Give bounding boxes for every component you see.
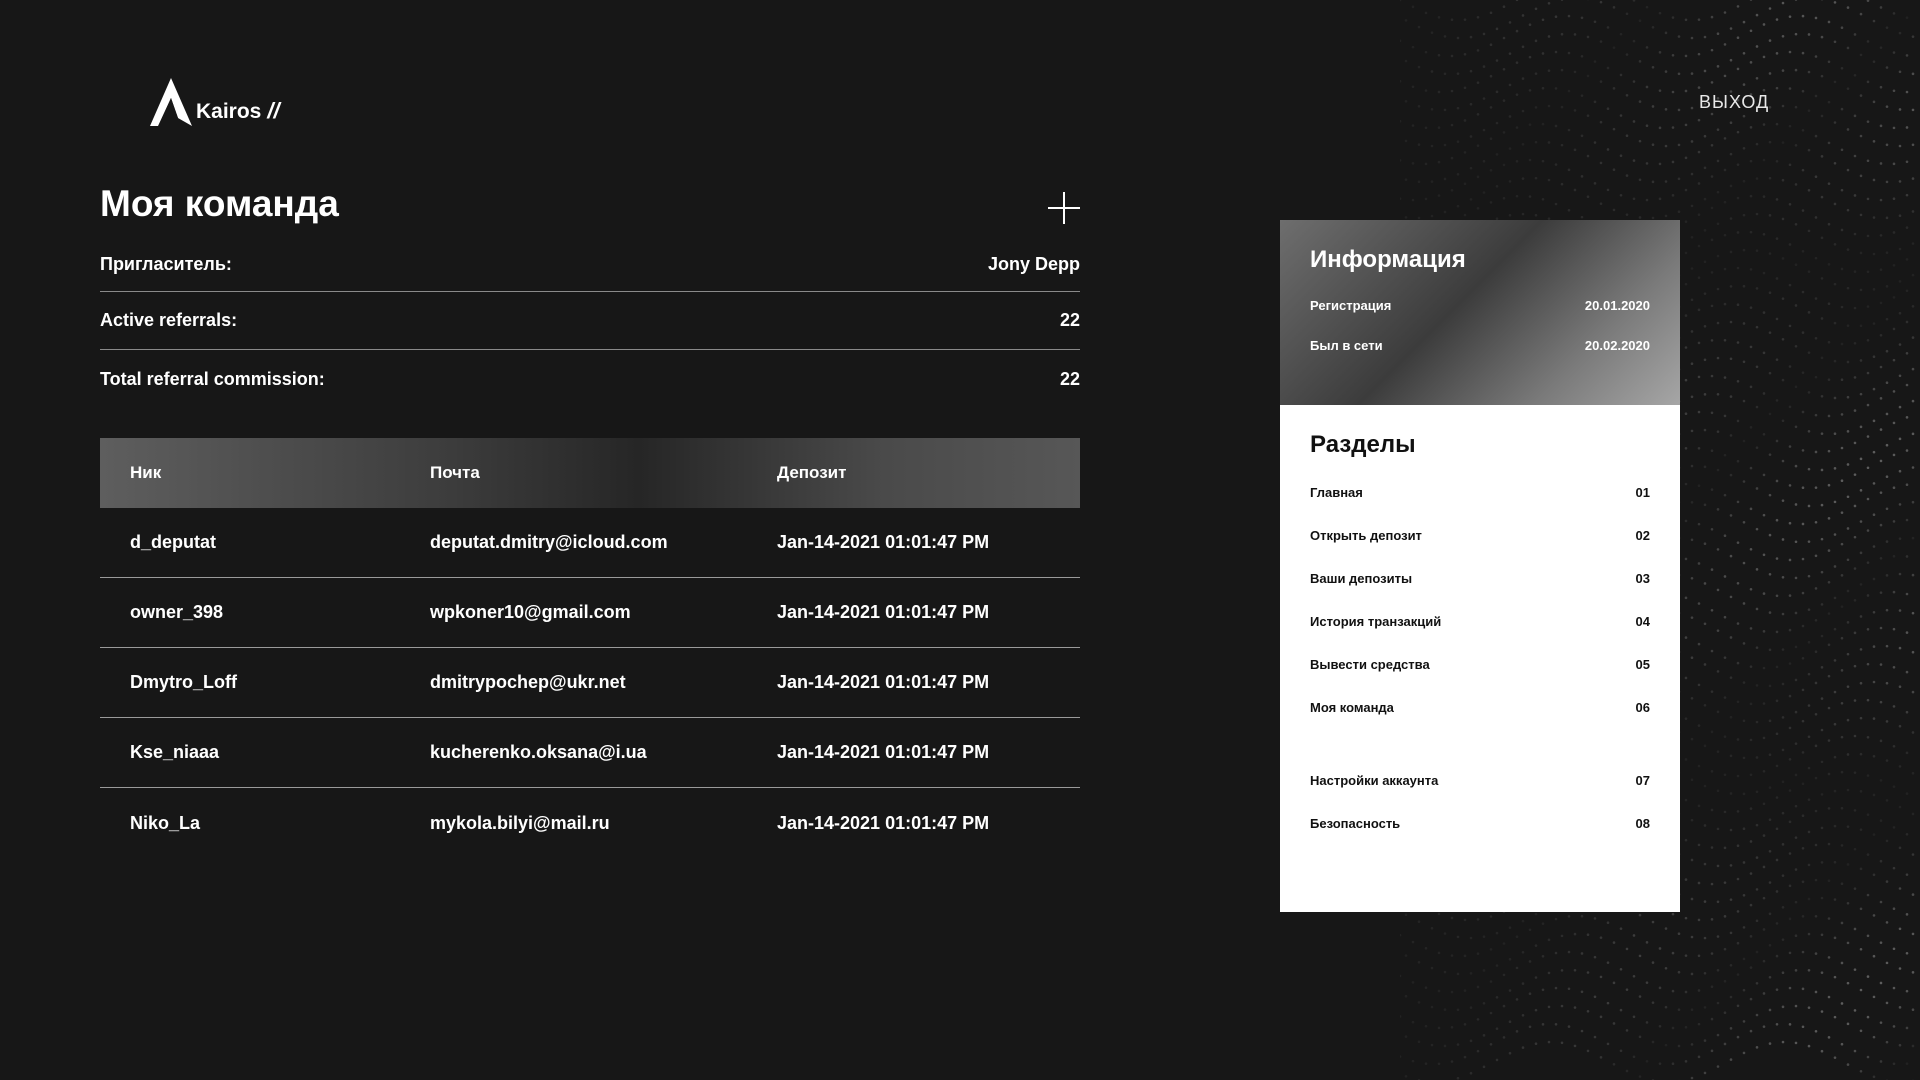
cell-nick: Niko_La bbox=[130, 812, 201, 833]
info-value: 20.02.2020 bbox=[1584, 338, 1650, 353]
table-row[interactable]: Dmytro_Loff dmitrypochep@ukr.net Jan-14-… bbox=[100, 648, 1080, 718]
table-row[interactable]: Niko_La mykola.bilyi@mail.ru Jan-14-2021… bbox=[100, 788, 1080, 858]
stat-value: 22 bbox=[1059, 310, 1080, 330]
menu-item-number: 06 bbox=[1635, 700, 1650, 715]
logo[interactable]: Kairos // bbox=[150, 78, 280, 126]
logout-button[interactable]: ВЫХОД bbox=[1699, 92, 1769, 113]
stat-label: Active referrals: bbox=[100, 310, 238, 330]
menu-item-label: Безопасность bbox=[1310, 816, 1401, 831]
cell-deposit: Jan-14-2021 01:01:47 PM bbox=[777, 812, 990, 833]
menu-item-number: 05 bbox=[1635, 657, 1650, 672]
cell-email: deputat.dmitry@icloud.com bbox=[430, 532, 668, 552]
stat-value: Jony Depp bbox=[987, 254, 1080, 274]
column-header-email: Почта bbox=[430, 463, 480, 482]
menu-item-label: Открыть депозит bbox=[1310, 528, 1422, 543]
menu-divider-space bbox=[1310, 743, 1650, 773]
menu-item-number: 01 bbox=[1635, 485, 1650, 500]
menu-item-withdraw[interactable]: Вывести средства 05 bbox=[1310, 657, 1650, 700]
sections-title: Разделы bbox=[1310, 431, 1416, 458]
menu-item-my-team[interactable]: Моя команда 06 bbox=[1310, 700, 1650, 743]
info-title: Информация bbox=[1310, 246, 1466, 273]
info-value: 20.01.2020 bbox=[1584, 298, 1650, 313]
table-row[interactable]: Kse_niaaa kucherenko.oksana@i.ua Jan-14-… bbox=[100, 718, 1080, 788]
menu-item-home[interactable]: Главная 01 bbox=[1310, 485, 1650, 528]
cell-nick: Dmytro_Loff bbox=[130, 672, 237, 692]
menu-item-security[interactable]: Безопасность 08 bbox=[1310, 816, 1650, 859]
info-row-last-online: Был в сети 20.02.2020 bbox=[1310, 338, 1650, 353]
table-header: Ник Почта Депозит bbox=[100, 438, 1080, 508]
info-label: Регистрация bbox=[1310, 298, 1392, 313]
cell-nick: Kse_niaaa bbox=[130, 742, 220, 762]
info-card: Информация Регистрация 20.01.2020 Был в … bbox=[1280, 220, 1680, 405]
stat-label: Total referral commission: bbox=[100, 368, 325, 389]
menu-item-number: 08 bbox=[1635, 816, 1650, 831]
cell-nick: owner_398 bbox=[130, 602, 224, 622]
stat-row-active-referrals: Active referrals: 22 bbox=[100, 292, 1080, 350]
table-row[interactable]: owner_398 wpkoner10@gmail.com Jan-14-202… bbox=[100, 578, 1080, 648]
table-row[interactable]: d_deputat deputat.dmitry@icloud.com Jan-… bbox=[100, 508, 1080, 578]
menu-item-your-deposits[interactable]: Ваши депозиты 03 bbox=[1310, 571, 1650, 614]
stat-label: Пригласитель: bbox=[100, 254, 232, 274]
cell-email: wpkoner10@gmail.com bbox=[430, 602, 631, 622]
kairos-logo-icon bbox=[150, 78, 192, 126]
menu-item-label: Главная bbox=[1310, 485, 1363, 500]
stat-row-inviter: Пригласитель: Jony Depp bbox=[100, 238, 1080, 292]
cell-email: kucherenko.oksana@i.ua bbox=[430, 742, 647, 762]
brand-suffix: // bbox=[267, 98, 280, 123]
cell-deposit: Jan-14-2021 01:01:47 PM bbox=[777, 602, 990, 622]
team-stats: Пригласитель: Jony Depp Active referrals… bbox=[100, 238, 1080, 408]
cell-deposit: Jan-14-2021 01:01:47 PM bbox=[777, 742, 990, 762]
menu-item-label: Ваши депозиты bbox=[1310, 571, 1413, 586]
menu-item-number: 03 bbox=[1635, 571, 1650, 586]
info-label: Был в сети bbox=[1310, 338, 1383, 353]
cell-nick: d_deputat bbox=[130, 532, 217, 552]
plus-icon[interactable] bbox=[1048, 192, 1080, 224]
sections-menu: Разделы Главная 01 Открыть депозит 02 Ва… bbox=[1280, 405, 1680, 912]
column-header-deposit: Депозит bbox=[777, 463, 847, 482]
cell-deposit: Jan-14-2021 01:01:47 PM bbox=[777, 672, 990, 692]
page-title: Моя команда bbox=[100, 183, 339, 224]
brand-name: Kairos bbox=[196, 100, 262, 123]
stat-row-total-commission: Total referral commission: 22 bbox=[100, 350, 1080, 408]
menu-item-label: Вывести средства bbox=[1310, 657, 1430, 672]
menu-item-number: 02 bbox=[1635, 528, 1650, 543]
menu-item-transaction-history[interactable]: История транзакций 04 bbox=[1310, 614, 1650, 657]
menu-item-number: 04 bbox=[1635, 614, 1650, 629]
menu-item-label: История транзакций bbox=[1310, 614, 1442, 629]
referrals-table: Ник Почта Депозит d_deputat deputat.dmit… bbox=[100, 438, 1080, 858]
menu-item-label: Настройки аккаунта bbox=[1310, 773, 1439, 788]
info-row-registration: Регистрация 20.01.2020 bbox=[1310, 298, 1650, 313]
menu-item-account-settings[interactable]: Настройки аккаунта 07 bbox=[1310, 773, 1650, 816]
cell-deposit: Jan-14-2021 01:01:47 PM bbox=[777, 532, 990, 552]
menu-item-open-deposit[interactable]: Открыть депозит 02 bbox=[1310, 528, 1650, 571]
cell-email: dmitrypochep@ukr.net bbox=[430, 672, 626, 692]
column-header-nick: Ник bbox=[130, 463, 162, 482]
stat-value: 22 bbox=[1059, 368, 1080, 389]
cell-email: mykola.bilyi@mail.ru bbox=[430, 812, 610, 833]
menu-item-number: 07 bbox=[1635, 773, 1650, 788]
menu-item-label: Моя команда bbox=[1310, 700, 1394, 715]
